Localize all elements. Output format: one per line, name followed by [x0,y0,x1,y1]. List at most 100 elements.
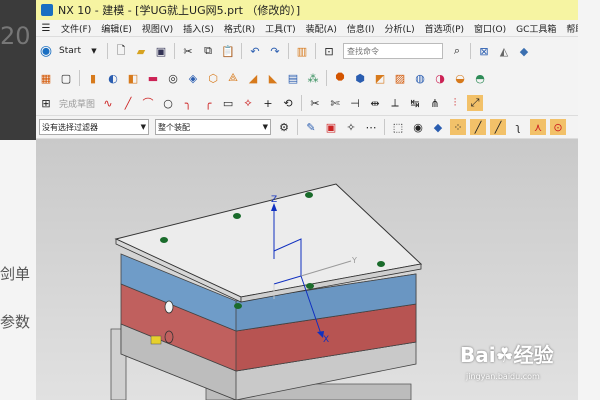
edge-blend-icon[interactable]: ◢ [245,70,261,86]
trim-body-icon[interactable]: ⟁ [225,70,241,86]
line-icon[interactable]: ╱ [120,95,136,111]
draft-icon[interactable]: ⬢ [352,70,368,86]
pattern-icon[interactable]: ⁂ [305,70,321,86]
chamfer-icon[interactable]: ◣ [265,70,281,86]
cylinder-icon[interactable]: ▬ [145,70,161,86]
shell-icon[interactable]: ▤ [285,70,301,86]
snap-curve-icon[interactable]: ʅ [510,119,526,135]
nx-window: NX 10 - 建模 - [学UG就上UG网5.prt （修改的）] ☰ 文件(… [36,0,578,400]
rectangle-select-icon[interactable]: ⬚ [390,119,406,135]
surface-icon[interactable]: ◑ [432,70,448,86]
hole-icon[interactable]: ◎ [165,70,181,86]
profile-icon[interactable]: ∿ [100,95,116,111]
show-constraints-icon[interactable]: ⋔ [427,95,443,111]
offset-curve-icon[interactable]: ⟲ [280,95,296,111]
shaded-view-icon[interactable]: ◭ [496,43,512,59]
menu-edit[interactable]: 编辑(E) [96,22,137,35]
revolve-icon[interactable]: ◐ [105,70,121,86]
select-body-icon[interactable]: ◉ [410,119,426,135]
menu-format[interactable]: 格式(R) [219,22,260,35]
scope-select[interactable]: 整个装配 ▼ [155,119,271,135]
open-folder-icon[interactable]: ▰ [133,43,149,59]
chamfer-sketch-icon[interactable]: ╭ [200,95,216,111]
type-filter-value: 没有选择过滤器 [42,122,98,132]
datum-plane-icon[interactable]: ▢ [58,70,74,86]
convert-reference-icon[interactable]: ⫶ [447,95,463,111]
menu-bar: ☰ 文件(F) 编辑(E) 视图(V) 插入(S) 格式(R) 工具(T) 装配… [36,20,578,37]
menu-view[interactable]: 视图(V) [137,22,178,35]
snap-endpoint-icon[interactable]: ╱ [470,119,486,135]
quick-trim-icon[interactable]: ✂ [307,95,323,111]
snap-intersection-icon[interactable]: ⋏ [530,119,546,135]
select-feature-icon[interactable]: ✧ [343,119,359,135]
make-corner-icon[interactable]: ⊣ [347,95,363,111]
layer-icon[interactable]: ▥ [294,43,310,59]
command-finder-icon[interactable]: ⊡ [321,43,337,59]
axis-x-label: X [323,335,329,345]
sketch-grid-icon[interactable]: ⊞ [38,95,54,111]
menu-assembly[interactable]: 装配(A) [301,22,342,35]
watermark-brand-2: 经验 [513,343,554,367]
graphics-viewport[interactable]: Z X Y Bai☘经验 jingyan.baidu.com [36,139,578,400]
mirror-curve-icon[interactable]: ⇹ [367,95,383,111]
render-style-icon[interactable]: ◆ [516,43,532,59]
snap-point-icon[interactable]: ✎ [303,119,319,135]
finish-sketch-button[interactable]: 完成草图 [59,97,95,110]
select-settings-icon[interactable]: ⚙ [276,119,292,135]
menu-tools[interactable]: 工具(T) [260,22,301,35]
menu-insert[interactable]: 插入(S) [178,22,219,35]
geometric-constraint-icon[interactable]: ⟂ [387,95,403,111]
boss-icon[interactable]: ◈ [185,70,201,86]
select-curves-icon[interactable]: ⋯ [363,119,379,135]
fit-view-icon[interactable]: ⊠ [476,43,492,59]
menu-gc-toolkit[interactable]: GC工具箱 [511,22,561,35]
search-input[interactable] [343,43,443,59]
select-face-icon[interactable]: ◆ [430,119,446,135]
circle-icon[interactable]: ○ [160,95,176,111]
save-icon[interactable]: ▣ [153,43,169,59]
cut-icon[interactable]: ✂ [180,43,196,59]
copy-icon[interactable]: ⧉ [200,43,216,59]
offset-face-icon[interactable]: ◩ [372,70,388,86]
polygon-icon[interactable]: ⟡ [240,95,256,111]
title-bar[interactable]: NX 10 - 建模 - [学UG就上UG网5.prt （修改的）] [36,0,578,20]
menu-toggle-icon[interactable]: ☰ [38,20,54,36]
menu-analysis[interactable]: 分析(L) [380,22,420,35]
type-filter-select[interactable]: 没有选择过滤器 ▼ [39,119,149,135]
mirror-icon[interactable]: ⯃ [332,70,348,86]
menu-info[interactable]: 信息(I) [342,22,380,35]
menu-window[interactable]: 窗口(O) [469,22,511,35]
start-icon[interactable]: ◉ [38,43,54,59]
menu-file[interactable]: 文件(F) [56,22,96,35]
snap-center-icon[interactable]: ⊙ [550,119,566,135]
undo-icon[interactable]: ↶ [247,43,263,59]
fillet-icon[interactable]: ╮ [180,95,196,111]
snap-midpoint-icon[interactable]: ╱ [490,119,506,135]
rectangle-icon[interactable]: ▭ [220,95,236,111]
paw-icon: ☘ [495,343,514,367]
unite-icon[interactable]: ⬡ [205,70,221,86]
block-icon[interactable]: ◧ [125,70,141,86]
snap-grid-icon[interactable]: ⁘ [450,119,466,135]
sketch-icon[interactable]: ▦ [38,70,54,86]
search-icon[interactable]: ⌕ [449,43,465,59]
extrude-icon[interactable]: ▮ [85,70,101,86]
menu-preferences[interactable]: 首选项(P) [420,22,469,35]
quick-extend-icon[interactable]: ✄ [327,95,343,111]
new-file-icon[interactable]: 🗋 [113,43,129,59]
separator [326,70,327,86]
paste-icon[interactable]: 📋 [220,43,236,59]
redo-icon[interactable]: ↷ [267,43,283,59]
start-button[interactable]: Start [59,46,81,56]
menu-help[interactable]: 帮助(H) [561,22,578,35]
arc-icon[interactable]: ⌒ [140,95,156,111]
select-all-icon[interactable]: ▣ [323,119,339,135]
snap-toggle-icon[interactable]: ⤢ [467,95,484,111]
sew-icon[interactable]: ◒ [452,70,468,86]
trim-sheet-icon[interactable]: ◓ [472,70,488,86]
thicken-icon[interactable]: ▨ [392,70,408,86]
sweep-icon[interactable]: ◍ [412,70,428,86]
point-icon[interactable]: + [260,95,276,111]
chevron-down-icon[interactable]: ▼ [86,43,102,59]
dimension-icon[interactable]: ↹ [407,95,423,111]
